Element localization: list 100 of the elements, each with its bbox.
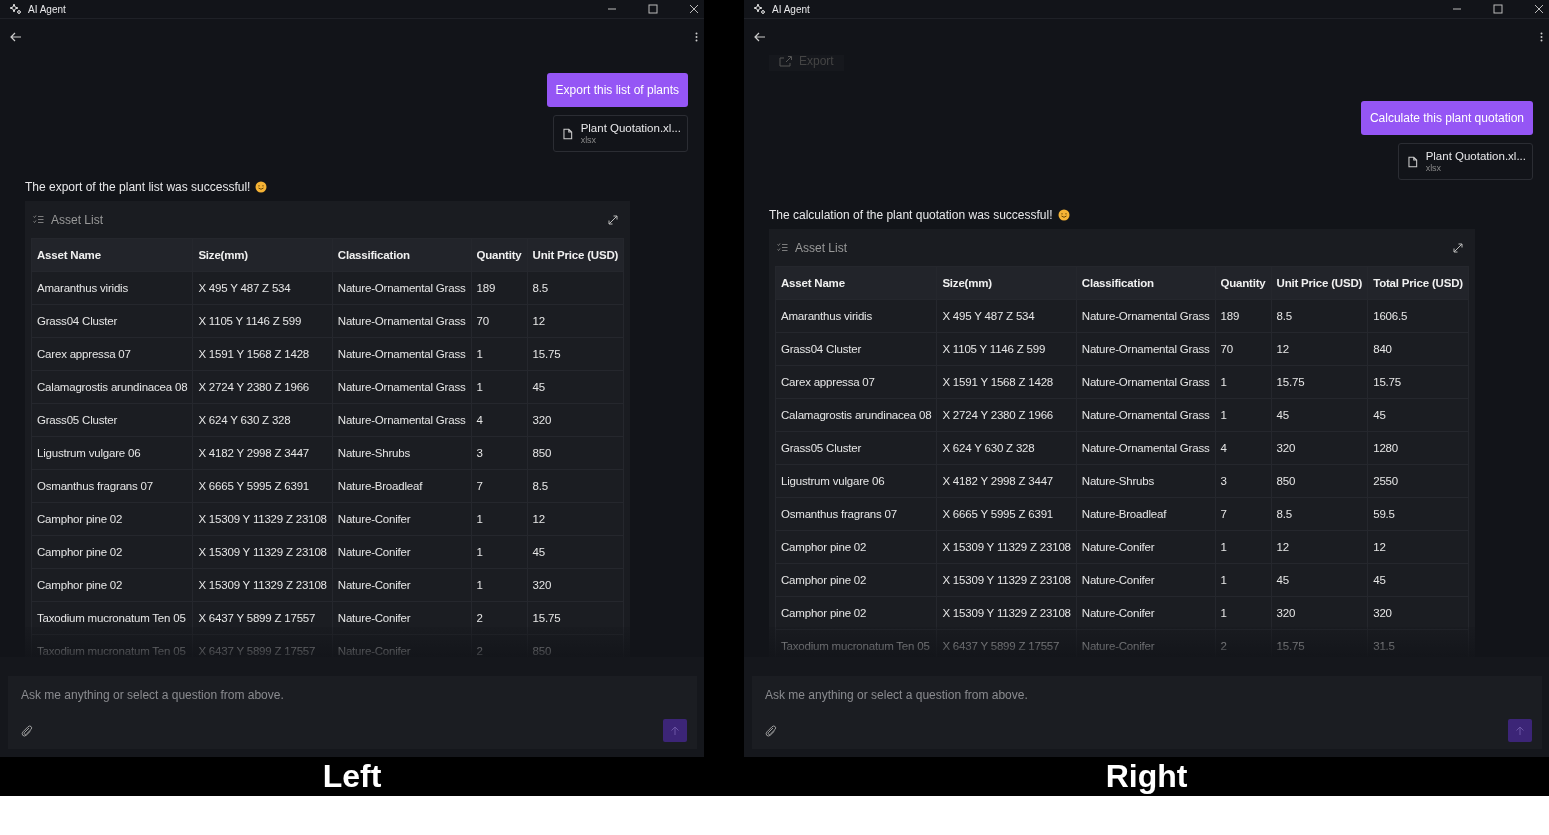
- table-cell: Nature-Conifer: [1076, 530, 1215, 564]
- assistant-message: The export of the plant list was successful!: [25, 180, 251, 194]
- table-cell: Ligustrum vulgare 06: [775, 464, 937, 498]
- table-cell: Nature-Ornamental Grass: [1076, 365, 1215, 399]
- table-cell: 8.5: [1271, 299, 1368, 333]
- maximize-icon[interactable]: [648, 4, 658, 14]
- table-cell: 850: [527, 436, 624, 470]
- arrow-up-icon: [670, 725, 680, 736]
- table-cell: 12: [527, 502, 624, 536]
- table-cell: 45: [1367, 563, 1469, 597]
- table-cell: Grass04 Cluster: [775, 332, 937, 366]
- table-cell: Nature-Ornamental Grass: [1076, 299, 1215, 333]
- table-cell: X 6437 Y 5899 Z 17557: [192, 601, 333, 635]
- table-cell: 59.5: [1367, 497, 1469, 531]
- table-cell: 7: [471, 469, 528, 503]
- table-cell: 8.5: [527, 469, 624, 503]
- file-attachment[interactable]: Plant Quotation.xl... xlsx: [553, 115, 688, 152]
- card-title: Asset List: [51, 212, 104, 227]
- column-header: Unit Price (USD): [1271, 266, 1368, 300]
- table-cell: Osmanthus fragrans 07: [775, 497, 937, 531]
- more-icon[interactable]: [695, 32, 698, 42]
- paperclip-icon[interactable]: [765, 724, 777, 737]
- table-cell: Nature-Conifer: [332, 634, 471, 657]
- table-cell: 189: [1215, 299, 1272, 333]
- table-cell: Nature-Conifer: [332, 601, 471, 635]
- table-cell: 4: [1215, 431, 1272, 465]
- table-cell: Nature-Ornamental Grass: [332, 337, 471, 371]
- table-cell: 1: [1215, 563, 1272, 597]
- table-cell: Grass04 Cluster: [31, 304, 193, 338]
- table-cell: 320: [1271, 596, 1368, 630]
- table-cell: Calamagrostis arundinacea 08: [775, 398, 937, 432]
- file-icon: [563, 127, 573, 140]
- column-header: Size(mm): [936, 266, 1077, 300]
- sparkle-icon: [753, 2, 766, 16]
- expand-icon[interactable]: [608, 214, 619, 225]
- table-cell: 7: [1215, 497, 1272, 531]
- table-cell: 15.75: [1271, 365, 1368, 399]
- expand-icon[interactable]: [1452, 242, 1463, 253]
- assistant-message: The calculation of the plant quotation was successful!: [769, 208, 1053, 222]
- table-cell: 1: [471, 568, 528, 602]
- table-cell: 70: [471, 304, 528, 338]
- table-cell: X 4182 Y 2998 Z 3447: [192, 436, 333, 470]
- table-cell: 1: [471, 370, 528, 404]
- table-cell: Camphor pine 02: [31, 502, 193, 536]
- column-header: Asset Name: [775, 266, 937, 300]
- table-cell: 12: [1271, 530, 1368, 564]
- table-cell: Nature-Ornamental Grass: [332, 370, 471, 404]
- close-icon[interactable]: [689, 4, 699, 14]
- table-cell: 15.75: [527, 601, 624, 635]
- table-cell: Nature-Ornamental Grass: [1076, 398, 1215, 432]
- card-title: Asset List: [795, 240, 848, 255]
- table-cell: 45: [527, 535, 624, 569]
- paperclip-icon[interactable]: [21, 724, 33, 737]
- table-cell: Osmanthus fragrans 07: [31, 469, 193, 503]
- table-cell: 12: [527, 304, 624, 338]
- table-cell: X 4182 Y 2998 Z 3447: [936, 464, 1077, 498]
- table-cell: 12: [1367, 530, 1469, 564]
- export-icon: [779, 55, 793, 67]
- column-header: Classification: [332, 238, 471, 272]
- table-cell: 8.5: [1271, 497, 1368, 531]
- table-cell: 12: [1271, 332, 1368, 366]
- maximize-icon[interactable]: [1493, 4, 1503, 14]
- table-cell: Nature-Conifer: [1076, 596, 1215, 630]
- back-arrow-icon[interactable]: [10, 32, 22, 42]
- table-cell: X 15309 Y 11329 Z 23108: [936, 596, 1077, 630]
- back-arrow-icon[interactable]: [754, 32, 766, 42]
- table-cell: Nature-Conifer: [332, 502, 471, 536]
- table-cell: Camphor pine 02: [775, 596, 937, 630]
- table-cell: Carex appressa 07: [31, 337, 193, 371]
- message-input[interactable]: Ask me anything or select a question from above.: [765, 688, 1532, 702]
- more-icon[interactable]: [1540, 32, 1543, 42]
- table-cell: 1: [471, 502, 528, 536]
- table-cell: Nature-Conifer: [1076, 563, 1215, 597]
- window-title: AI Agent: [772, 3, 810, 15]
- table-cell: 45: [1271, 563, 1368, 597]
- table-cell: Camphor pine 02: [775, 530, 937, 564]
- column-header: Asset Name: [31, 238, 193, 272]
- table-cell: 3: [1215, 464, 1272, 498]
- file-type: xlsx: [580, 135, 598, 145]
- table-cell: Amaranthus viridis: [775, 299, 937, 333]
- file-icon: [1408, 155, 1418, 168]
- close-icon[interactable]: [1534, 4, 1544, 14]
- table-cell: Nature-Broadleaf: [1076, 497, 1215, 531]
- table-cell: 850: [1271, 464, 1368, 498]
- table-cell: X 1591 Y 1568 Z 1428: [192, 337, 333, 371]
- table-cell: X 6665 Y 5995 Z 6391: [936, 497, 1077, 531]
- window-title: AI Agent: [28, 3, 66, 15]
- file-attachment[interactable]: Plant Quotation.xl... xlsx: [1398, 143, 1533, 180]
- message-input[interactable]: Ask me anything or select a question from above.: [21, 688, 687, 702]
- table-cell: 320: [1271, 431, 1368, 465]
- table-cell: 2: [471, 601, 528, 635]
- table-cell: X 1591 Y 1568 Z 1428: [936, 365, 1077, 399]
- panel-caption: Right: [1104, 757, 1189, 796]
- table-cell: 4: [471, 403, 528, 437]
- column-header: Unit Price (USD): [527, 238, 624, 272]
- table-cell: 320: [527, 403, 624, 437]
- file-type: xlsx: [1425, 163, 1443, 173]
- user-message: Export this list of plants: [546, 73, 688, 107]
- table-cell: 189: [471, 271, 528, 305]
- table-cell: 8.5: [527, 271, 624, 305]
